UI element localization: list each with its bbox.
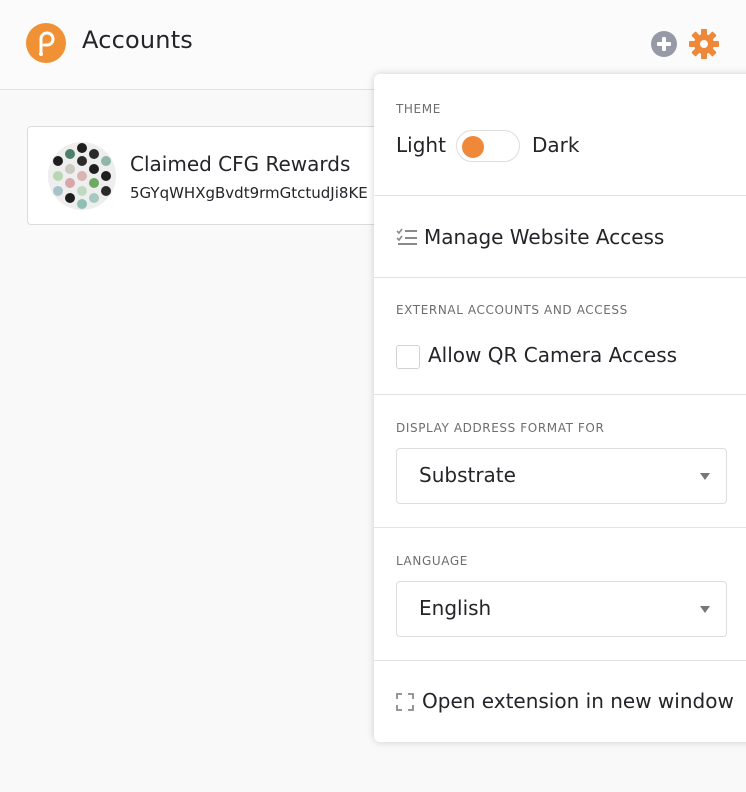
checklist-icon xyxy=(396,228,418,250)
account-address[interactable]: 5GYqWHXgBvdt9rmGtctudJi8KE xyxy=(130,184,368,202)
qr-camera-checkbox[interactable] xyxy=(396,345,420,369)
plus-circle-icon[interactable] xyxy=(650,30,678,58)
open-new-window-link[interactable]: Open extension in new window xyxy=(422,689,734,713)
theme-light-label: Light xyxy=(396,133,446,157)
toggle-knob xyxy=(462,136,484,158)
identicon-avatar xyxy=(48,142,116,210)
account-name: Claimed CFG Rewards xyxy=(130,152,351,176)
theme-toggle[interactable] xyxy=(456,130,520,162)
language-value: English xyxy=(419,596,492,620)
theme-section: Theme Light Dark xyxy=(374,74,746,196)
page-title: Accounts xyxy=(82,26,194,54)
theme-label: Theme xyxy=(396,102,441,116)
address-format-section: Display address format for Substrate xyxy=(374,395,746,528)
theme-dark-label: Dark xyxy=(532,133,580,157)
language-label: Language xyxy=(396,554,468,568)
address-format-label: Display address format for xyxy=(396,421,605,435)
language-section: Language English xyxy=(374,528,746,661)
expand-icon xyxy=(396,693,414,715)
settings-menu: Theme Light Dark Manage Website Access E… xyxy=(374,74,746,742)
qr-camera-label[interactable]: Allow QR Camera Access xyxy=(428,343,677,367)
gear-icon[interactable] xyxy=(688,28,720,60)
chevron-down-icon xyxy=(700,606,710,613)
manage-access-section[interactable]: Manage Website Access xyxy=(374,196,746,278)
external-section: External accounts and access Allow QR Ca… xyxy=(374,278,746,395)
address-format-select[interactable]: Substrate xyxy=(396,448,727,504)
chevron-down-icon xyxy=(700,473,710,480)
open-window-section[interactable]: Open extension in new window xyxy=(374,661,746,742)
address-format-value: Substrate xyxy=(419,463,516,487)
manage-website-access-link[interactable]: Manage Website Access xyxy=(424,225,664,249)
polkadot-logo-icon xyxy=(26,23,66,63)
external-accounts-label: External accounts and access xyxy=(396,303,628,317)
language-select[interactable]: English xyxy=(396,581,727,637)
